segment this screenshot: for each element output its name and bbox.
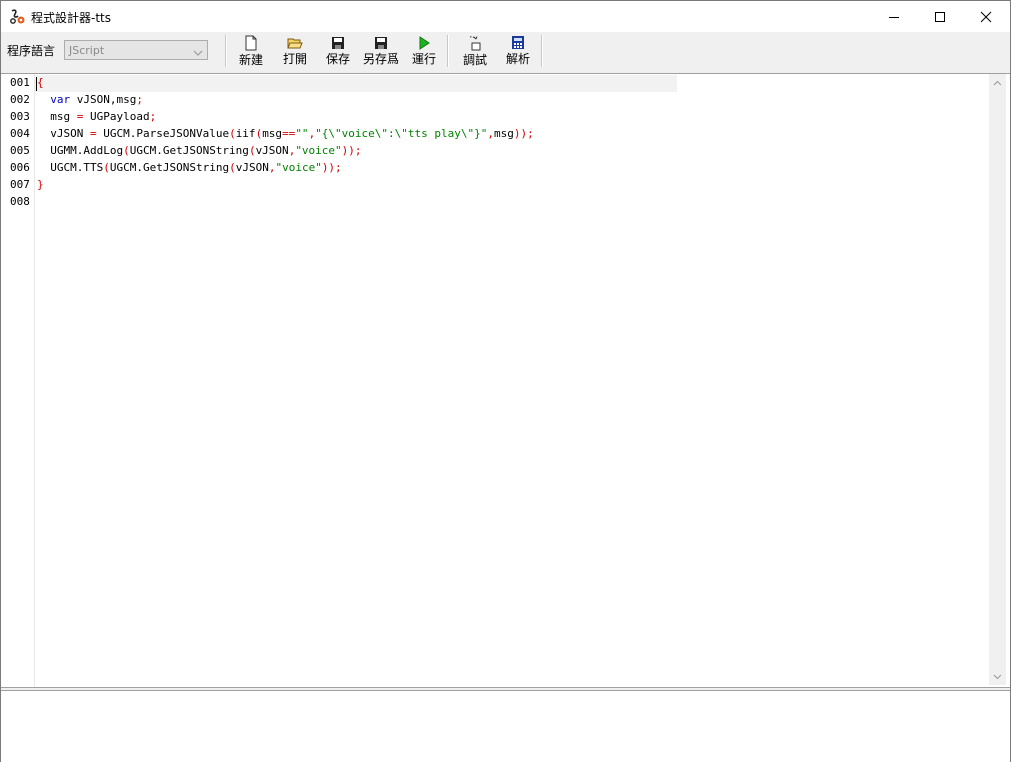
code-token: ; [136, 93, 143, 106]
code-token: ( [248, 144, 256, 157]
minimize-button[interactable] [871, 1, 917, 32]
language-select[interactable]: JScript [64, 40, 208, 60]
toolbar: 程序語言 JScript 新建 打開 保存 另存爲 運行 調試 解析 [1, 32, 1010, 72]
line-number: 003 [10, 110, 30, 123]
vertical-scrollbar[interactable] [989, 74, 1006, 685]
save-icon [330, 35, 346, 50]
program-designer-window: 程式設計器-tts 程序語言 JScript 新建 打開 保存 另存爲 運行 調… [0, 0, 1011, 762]
open-folder-icon [287, 35, 303, 50]
app-icon [9, 8, 26, 25]
code-token: UGCM.ParseJSONValue [96, 127, 230, 140]
new-button[interactable]: 新建 [236, 35, 266, 67]
language-select-value: JScript [69, 44, 105, 57]
open-button-label: 打開 [282, 52, 307, 66]
code-token: "voice" [295, 144, 342, 157]
code-token: msg [494, 127, 514, 140]
chevron-up-icon [993, 80, 1002, 85]
code-token: = [89, 127, 97, 140]
code-line: var vJSON,msg; [37, 93, 143, 106]
code-token: ( [229, 161, 236, 174]
code-line: UGMM.AddLog(UGCM.GetJSONString(vJSON,"vo… [37, 144, 362, 157]
code-token: "" [295, 127, 309, 140]
scroll-down-button[interactable] [989, 668, 1006, 685]
code-line: } [37, 178, 44, 191]
code-token: var [50, 93, 71, 106]
close-icon [980, 11, 992, 22]
code-token: ( [229, 127, 236, 140]
parse-button-label: 解析 [505, 52, 530, 66]
run-button[interactable]: 運行 [409, 35, 439, 67]
new-button-label: 新建 [238, 53, 263, 67]
window-title: 程式設計器-tts [31, 11, 111, 25]
toolbar-separator [447, 35, 449, 67]
line-number: 001 [10, 76, 30, 89]
save-button-label: 保存 [325, 52, 350, 66]
minimize-icon [889, 16, 899, 18]
code-token: iif [235, 127, 256, 140]
line-number: 005 [10, 144, 30, 157]
code-token: UGCM.TTS [37, 161, 104, 174]
save-button[interactable]: 保存 [323, 35, 353, 67]
code-token: } [37, 178, 44, 191]
code-token: vJSON [235, 161, 269, 174]
current-line-highlight [35, 75, 677, 92]
code-line: UGCM.TTS(UGCM.GetJSONString(vJSON,"voice… [37, 161, 342, 174]
code-token: UGPayload [83, 110, 150, 123]
chevron-down-icon [193, 46, 203, 60]
line-number: 008 [10, 195, 30, 208]
code-token: )); [321, 161, 342, 174]
code-token: )); [341, 144, 362, 157]
code-line: { [37, 76, 44, 89]
code-token: "{\"voice\":\"tts play\"}" [315, 127, 488, 140]
language-label: 程序語言 [7, 44, 56, 58]
maximize-button[interactable] [917, 1, 963, 32]
line-number-gutter: 001 002 003 004 005 006 007 008 [1, 74, 35, 687]
scroll-up-button[interactable] [989, 74, 1006, 91]
code-token: msg [262, 127, 283, 140]
parse-button[interactable]: 解析 [503, 35, 533, 67]
code-token: , [487, 127, 494, 140]
title-bar[interactable]: 程式設計器-tts [1, 1, 1010, 32]
calculator-icon [510, 35, 526, 50]
toolbar-separator [541, 35, 543, 67]
code-token: vJSON,msg [70, 93, 137, 106]
run-icon [416, 35, 432, 50]
close-button[interactable] [963, 1, 1009, 32]
code-editor[interactable]: 001 002 003 004 005 006 007 008 { var vJSON,msg… [1, 73, 1010, 688]
code-token: vJSON [255, 144, 289, 157]
run-button-label: 運行 [411, 52, 436, 66]
open-button[interactable]: 打開 [280, 35, 310, 67]
code-token: "voice" [275, 161, 322, 174]
code-token: == [282, 127, 296, 140]
maximize-icon [935, 11, 945, 22]
code-token: vJSON [37, 127, 90, 140]
code-line: vJSON = UGCM.ParseJSONValue(iif(msg=="",… [37, 127, 534, 140]
new-file-icon [243, 35, 259, 51]
code-token: )); [513, 127, 534, 140]
toolbar-separator [225, 35, 227, 67]
save-as-button-label: 另存爲 [362, 52, 399, 66]
save-as-button[interactable]: 另存爲 [361, 35, 401, 67]
line-number: 002 [10, 93, 30, 106]
code-token: UGMM.AddLog [37, 144, 124, 157]
line-number: 007 [10, 178, 30, 191]
code-token: { [37, 76, 44, 89]
code-token: UGCM.GetJSONString [109, 161, 230, 174]
code-token: ( [103, 161, 110, 174]
line-number: 006 [10, 161, 30, 174]
debug-button-label: 調試 [462, 53, 487, 67]
code-token: ; [149, 110, 157, 123]
chevron-down-icon [993, 674, 1002, 679]
code-token: UGCM.GetJSONString [129, 144, 249, 157]
debug-icon [467, 35, 483, 51]
code-token: msg [37, 110, 77, 123]
code-token: ( [123, 144, 130, 157]
line-number: 004 [10, 127, 30, 140]
save-as-icon [373, 35, 389, 50]
debug-button[interactable]: 調試 [460, 35, 490, 67]
output-panel[interactable] [1, 690, 1010, 762]
code-line: msg = UGPayload; [37, 110, 156, 123]
